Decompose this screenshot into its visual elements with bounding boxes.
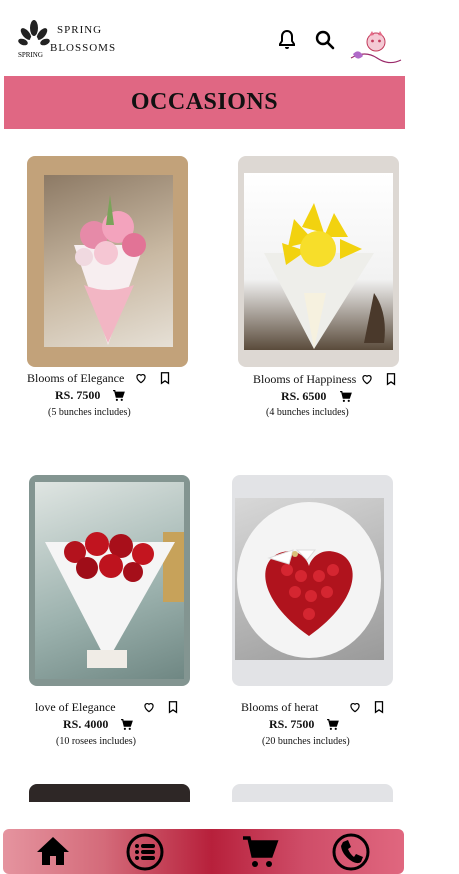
lotus-logo-icon: SPRING — [18, 20, 50, 59]
home-icon[interactable] — [33, 832, 73, 872]
bookmark-icon[interactable] — [166, 700, 180, 714]
heart-icon[interactable] — [360, 372, 374, 386]
bouquet-photo — [44, 175, 173, 347]
product-image[interactable] — [232, 475, 393, 686]
product-price: RS. 7500 — [55, 388, 101, 402]
brand-name-line2: BLOSSOMS — [50, 42, 117, 54]
bookmark-icon[interactable] — [384, 372, 398, 386]
cart-icon[interactable] — [112, 389, 125, 402]
product-note: (4 bunches includes) — [266, 407, 349, 418]
brand-name-line1: SPRING — [57, 24, 103, 36]
bottom-navigation — [3, 829, 404, 874]
bookmark-icon[interactable] — [372, 700, 386, 714]
pink-lily-bouquet-icon — [74, 195, 146, 345]
bookmark-icon[interactable] — [158, 371, 172, 385]
product-image[interactable] — [232, 784, 393, 802]
product-note: (10 rosees includes) — [56, 736, 136, 747]
product-image[interactable] — [238, 156, 399, 367]
product-note: (5 bunches includes) — [48, 407, 131, 418]
yellow-lily-bouquet-icon — [264, 203, 385, 349]
list-icon[interactable] — [125, 832, 165, 872]
heart-icon[interactable] — [348, 700, 362, 714]
cart-icon[interactable] — [339, 390, 352, 403]
product-price: RS. 7500 — [269, 717, 315, 731]
page-title: OCCASIONS — [4, 76, 405, 129]
product-name[interactable]: Blooms of herat — [241, 700, 318, 715]
product-name[interactable]: Blooms of Elegance — [27, 371, 124, 386]
svg-text:SPRING: SPRING — [18, 51, 43, 59]
heart-icon[interactable] — [142, 700, 156, 714]
page-title-text: OCCASIONS — [130, 89, 279, 115]
product-image[interactable] — [27, 156, 188, 367]
product-name[interactable]: love of Elegance — [35, 700, 116, 715]
bouquet-photo — [244, 173, 393, 350]
heart-icon[interactable] — [134, 371, 148, 385]
product-price: RS. 4000 — [63, 717, 109, 731]
search-icon[interactable] — [313, 28, 337, 52]
phone-icon[interactable] — [331, 832, 371, 872]
heart-rose-bouquet-icon — [237, 502, 381, 658]
product-price: RS. 6500 — [281, 389, 327, 403]
cart-icon[interactable] — [326, 718, 339, 731]
product-image[interactable] — [29, 784, 190, 802]
bouquet-photo — [235, 498, 384, 660]
red-rose-bouquet-icon — [45, 532, 184, 668]
avatar[interactable] — [349, 28, 403, 68]
cart-icon[interactable] — [240, 832, 280, 872]
bouquet-photo — [35, 482, 184, 679]
cart-icon[interactable] — [120, 718, 133, 731]
product-image[interactable] — [29, 475, 190, 686]
bell-icon[interactable] — [275, 28, 299, 52]
product-name[interactable]: Blooms of Happiness — [253, 372, 356, 387]
brand-logo[interactable]: SPRING SPRING BLOSSOMS — [17, 18, 127, 62]
product-note: (20 bunches includes) — [262, 736, 350, 747]
